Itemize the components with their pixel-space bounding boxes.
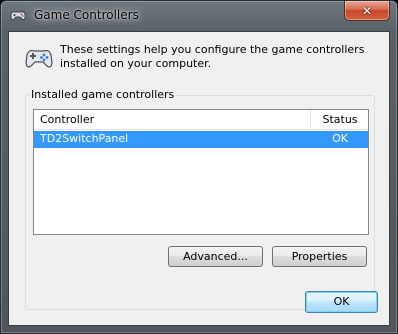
gamepad-icon [23,45,55,73]
controllers-list[interactable]: Controller Status TD2SwitchPanel OK [33,109,369,235]
column-header-status[interactable]: Status [312,113,368,126]
advanced-button[interactable]: Advanced... [168,246,263,267]
column-header-controller[interactable]: Controller [40,113,94,126]
header-description: These settings help you configure the ga… [60,43,365,70]
title-bar[interactable]: Game Controllers ✕ [1,1,397,31]
close-icon: ✕ [361,3,373,18]
window-title: Game Controllers [34,8,139,22]
gamepad-icon [9,7,27,25]
ok-button[interactable]: OK [305,291,378,313]
group-label: Installed game controllers [29,88,177,101]
controller-status: OK [332,132,348,145]
close-button[interactable]: ✕ [344,1,390,21]
column-divider[interactable] [310,110,311,129]
game-controllers-window: Game Controllers ✕ These settings help y… [0,0,398,334]
properties-button[interactable]: Properties [272,246,367,267]
controller-name: TD2SwitchPanel [40,132,129,145]
list-header: Controller Status [34,110,368,130]
dialog-body: These settings help you configure the ga… [8,31,390,326]
list-item[interactable]: TD2SwitchPanel OK [34,131,368,148]
